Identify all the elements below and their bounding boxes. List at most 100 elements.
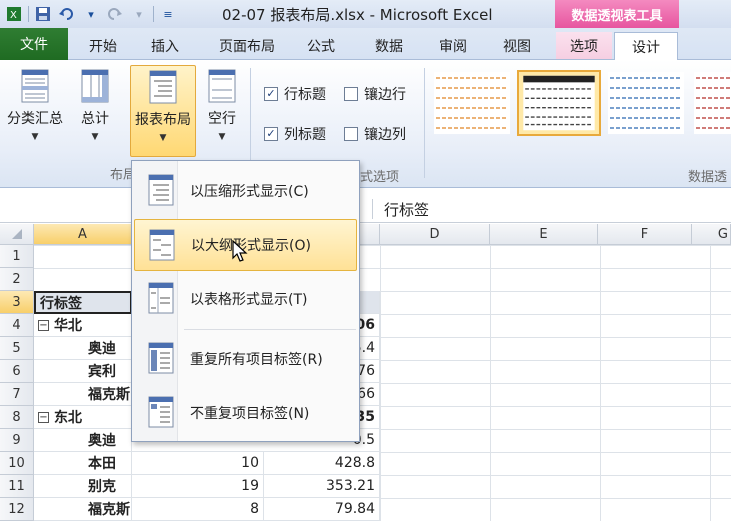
customize-qat-icon[interactable]: ≡: [158, 4, 178, 24]
blank-rows-button[interactable]: 空行 ▼: [202, 68, 242, 142]
redo-dropdown-icon[interactable]: ▾: [129, 4, 149, 24]
compact-form-icon: [148, 174, 174, 206]
tab-view[interactable]: 视图: [492, 32, 542, 59]
column-header-g[interactable]: G: [692, 224, 731, 245]
subtotals-label: 分类汇总: [7, 111, 63, 127]
menu-item-repeat-labels[interactable]: 重复所有项目标签(R): [134, 333, 357, 385]
blank-rows-icon: [208, 69, 236, 103]
banded-columns-checkbox[interactable]: 镶边列: [344, 124, 406, 144]
redo-icon[interactable]: [105, 4, 125, 24]
cell-a10[interactable]: 本田: [34, 452, 132, 475]
no-repeat-labels-icon: [148, 396, 174, 428]
column-header-e[interactable]: E: [490, 224, 598, 245]
undo-dropdown-icon[interactable]: ▾: [81, 4, 101, 24]
row-headers-checkbox[interactable]: ✓ 行标题: [264, 84, 326, 104]
grand-totals-label: 总计: [81, 111, 109, 127]
row-header[interactable]: 7: [0, 383, 34, 406]
cell-c11[interactable]: 353.21: [264, 475, 380, 498]
row-header[interactable]: 1: [0, 245, 34, 268]
menu-item-compact-form[interactable]: 以压缩形式显示(C): [134, 165, 357, 217]
row-header[interactable]: 12: [0, 498, 34, 521]
cell-b12[interactable]: 8: [132, 498, 264, 521]
report-layout-icon: [149, 70, 177, 104]
tab-insert[interactable]: 插入: [140, 32, 190, 59]
tab-options[interactable]: 选项: [556, 32, 612, 59]
mouse-pointer-icon: [232, 240, 248, 262]
menu-separator: [184, 329, 356, 330]
row-header[interactable]: 5: [0, 337, 34, 360]
cell-a4[interactable]: − 华北: [34, 314, 132, 337]
row-header[interactable]: 3: [0, 291, 34, 314]
row-header[interactable]: 10: [0, 452, 34, 475]
cell-a9[interactable]: 奥迪: [34, 429, 132, 452]
ribbon-tabs: 文件 开始 插入 页面布局 公式 数据 审阅 视图 选项 设计: [0, 28, 731, 60]
subtotals-button[interactable]: 分类汇总 ▼: [4, 68, 66, 142]
row-header[interactable]: 8: [0, 406, 34, 429]
menu-item-label: 以大纲形式显示(O): [191, 238, 311, 254]
column-header-d[interactable]: D: [380, 224, 490, 245]
banded-columns-label: 镶边列: [364, 127, 406, 143]
tab-review[interactable]: 审阅: [428, 32, 478, 59]
cell-a7[interactable]: 福克斯: [34, 383, 132, 406]
menu-item-label: 不重复项目标签(N): [190, 406, 310, 422]
tab-home[interactable]: 开始: [78, 32, 128, 59]
tab-formulas[interactable]: 公式: [296, 32, 346, 59]
undo-icon[interactable]: [57, 4, 77, 24]
formula-bar: A3 行标签: [0, 195, 731, 223]
row-header[interactable]: 4: [0, 314, 34, 337]
svg-text:X: X: [10, 10, 17, 21]
tab-file[interactable]: 文件: [0, 28, 68, 60]
formula-input[interactable]: 行标签: [384, 197, 429, 221]
row-header[interactable]: 11: [0, 475, 34, 498]
cell-a5[interactable]: 奥迪: [34, 337, 132, 360]
chevron-down-icon: ▼: [218, 132, 226, 142]
pivot-style-blue[interactable]: [606, 70, 686, 136]
collapse-icon[interactable]: −: [38, 411, 49, 423]
cell-a8[interactable]: − 东北: [34, 406, 132, 429]
cell-a3[interactable]: 行标签: [34, 291, 132, 314]
row-headers-check-icon: ✓: [264, 87, 278, 101]
column-headers-checkbox[interactable]: ✓ 列标题: [264, 124, 326, 144]
row-header[interactable]: 2: [0, 268, 34, 291]
row-headers-label: 行标题: [284, 87, 326, 103]
tab-design[interactable]: 设计: [614, 32, 678, 60]
column-header-f[interactable]: F: [598, 224, 692, 245]
excel-logo-icon[interactable]: X: [4, 4, 24, 24]
banded-columns-box: [344, 127, 358, 141]
tab-page-layout[interactable]: 页面布局: [206, 32, 288, 59]
menu-item-label: 重复所有项目标签(R): [190, 352, 323, 368]
outline-form-icon: [149, 229, 175, 261]
group-label: 东北: [54, 410, 82, 426]
pivot-style-red[interactable]: [692, 70, 731, 136]
row-header[interactable]: 9: [0, 429, 34, 452]
column-header-a[interactable]: A: [34, 224, 132, 245]
menu-item-no-repeat-labels[interactable]: 不重复项目标签(N): [134, 387, 357, 439]
tab-data[interactable]: 数据: [364, 32, 414, 59]
formula-separator: [372, 199, 373, 219]
column-headers-label: 列标题: [284, 127, 326, 143]
chevron-down-icon: ▼: [91, 132, 99, 142]
pivot-style-orange[interactable]: [432, 70, 512, 136]
cell-b10[interactable]: 10: [132, 452, 264, 475]
cell-c12[interactable]: 79.84: [264, 498, 380, 521]
save-icon[interactable]: [33, 4, 53, 24]
cell-a6[interactable]: 宾利: [34, 360, 132, 383]
cell-b11[interactable]: 19: [132, 475, 264, 498]
select-all-corner[interactable]: [0, 224, 34, 245]
grand-totals-button[interactable]: 总计 ▼: [72, 68, 118, 142]
cell-a11[interactable]: 别克: [34, 475, 132, 498]
chevron-down-icon: ▼: [31, 132, 39, 142]
cell-c10[interactable]: 428.8: [264, 452, 380, 475]
report-layout-button[interactable]: 报表布局 ▼: [130, 65, 196, 157]
menu-item-tabular-form[interactable]: 以表格形式显示(T): [134, 273, 357, 325]
cell-a12[interactable]: 福克斯: [34, 498, 132, 521]
empty-cells-area[interactable]: [380, 245, 731, 521]
worksheet-grid: A D E F G 1 2 3 4 5 6 7 8 9 10 11 12 行标签…: [0, 224, 731, 523]
pivot-style-dark-selected[interactable]: [517, 70, 601, 136]
row-header[interactable]: 6: [0, 360, 34, 383]
banded-rows-checkbox[interactable]: 镶边行: [344, 84, 406, 104]
qat-separator: [28, 6, 29, 22]
menu-item-label: 以表格形式显示(T): [190, 292, 308, 308]
collapse-icon[interactable]: −: [38, 319, 49, 331]
blank-rows-label: 空行: [208, 111, 236, 127]
